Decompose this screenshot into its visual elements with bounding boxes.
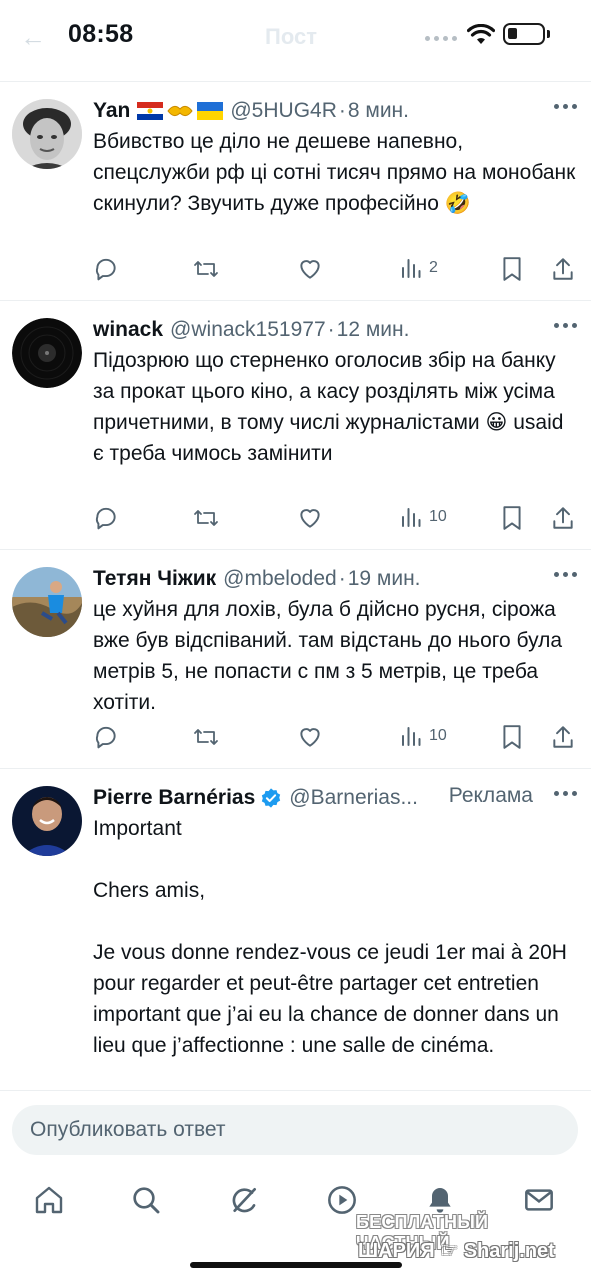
- tweet[interactable]: Тетян Чіжик @mbeloded · 19 мин. це хуйня…: [0, 549, 591, 768]
- heart-icon: [300, 509, 320, 528]
- repost-button[interactable]: [192, 256, 220, 282]
- author-handle[interactable]: @Barnerias...: [289, 786, 418, 810]
- reply-icon: [95, 507, 116, 530]
- reply-button[interactable]: [93, 724, 119, 750]
- tweet-text: Important Chers amis, Je vous donne rend…: [93, 817, 567, 1057]
- home-indicator: [190, 1262, 402, 1268]
- repost-button[interactable]: [192, 505, 220, 531]
- share-button[interactable]: [551, 256, 575, 282]
- more-icon[interactable]: [554, 323, 577, 328]
- avatar[interactable]: [12, 786, 82, 856]
- like-button[interactable]: [297, 256, 323, 282]
- tweet-header: Yan @5HUG4R · 8 мин.: [93, 96, 577, 126]
- reply-button[interactable]: [93, 505, 119, 531]
- status-bar: ← Пост 08:58: [0, 0, 591, 80]
- like-button[interactable]: [297, 724, 323, 750]
- bookmark-button[interactable]: [500, 724, 524, 750]
- battery-icon: [503, 23, 545, 45]
- author-handle[interactable]: @5HUG4R: [230, 99, 337, 123]
- tweet-time: 19 мин.: [347, 567, 421, 590]
- tweet-text: це хуйня для лохів, була б дійсно русня,…: [93, 598, 563, 714]
- reply-icon: [95, 258, 116, 281]
- author-name[interactable]: winack: [93, 318, 163, 342]
- tweet-text: Підозрюю що стерненко оголосив збір на б…: [93, 349, 564, 465]
- avatar[interactable]: [12, 318, 82, 388]
- reply-input[interactable]: Опубликовать ответ: [12, 1105, 578, 1155]
- bookmark-icon: [503, 506, 521, 530]
- more-icon[interactable]: [554, 104, 577, 109]
- tweet-actions: 10: [93, 505, 577, 535]
- author-name[interactable]: Pierre Barnérias: [93, 786, 255, 810]
- pointing-hand-icon: ☞: [440, 1240, 459, 1262]
- like-button[interactable]: [297, 505, 323, 531]
- avatar[interactable]: [12, 99, 82, 169]
- author-handle[interactable]: @mbeloded: [223, 567, 337, 591]
- repost-icon: [194, 261, 218, 277]
- tweet-header: winack @winack151977 · 12 мин.: [93, 315, 577, 345]
- views-button[interactable]: 2: [399, 256, 438, 280]
- tweet-actions: 10: [93, 724, 577, 754]
- views-icon: [402, 259, 421, 278]
- promoted-tweet[interactable]: Pierre Barnérias @Barnerias... Реклама I…: [0, 768, 591, 1090]
- repost-icon: [194, 510, 218, 526]
- home-icon[interactable]: [33, 1184, 65, 1221]
- views-count: 10: [429, 727, 447, 744]
- author-name[interactable]: Тетян Чіжик: [93, 567, 216, 591]
- share-button[interactable]: [551, 724, 575, 750]
- author-name[interactable]: Yan: [93, 99, 130, 123]
- signal-dots-icon: [425, 36, 457, 41]
- share-icon: [553, 258, 573, 280]
- tweet[interactable]: Yan @5HUG4R · 8 мин. Вбивство це діло не…: [0, 81, 591, 300]
- share-icon: [553, 507, 573, 529]
- views-icon: [402, 508, 421, 527]
- heart-icon: [300, 260, 320, 279]
- reply-icon: [95, 726, 116, 749]
- bookmark-button[interactable]: [500, 256, 524, 282]
- back-arrow-icon[interactable]: ←: [20, 22, 46, 53]
- tweet-text: Вбивство це діло не дешеве напевно, спец…: [93, 130, 576, 215]
- page-title: Пост: [265, 24, 317, 49]
- repost-icon: [194, 729, 218, 745]
- ad-label: Реклама: [448, 784, 533, 807]
- reply-bar: Опубликовать ответ: [0, 1090, 591, 1156]
- views-count: 2: [429, 259, 438, 276]
- tweet-header: Pierre Barnérias @Barnerias... Реклама: [93, 783, 577, 813]
- search-icon[interactable]: [130, 1184, 162, 1221]
- more-icon[interactable]: [554, 791, 577, 796]
- tweet-time: 12 мин.: [336, 318, 410, 341]
- status-time: 08:58: [68, 20, 134, 48]
- bookmark-icon: [503, 725, 521, 749]
- flags-icon: [137, 101, 224, 121]
- views-count: 10: [429, 508, 447, 525]
- verified-badge-icon: [262, 788, 281, 808]
- emoji: 😀: [485, 411, 508, 434]
- wifi-icon: [467, 24, 495, 44]
- views-button[interactable]: 10: [399, 724, 447, 748]
- share-button[interactable]: [551, 505, 575, 531]
- avatar[interactable]: [12, 567, 82, 637]
- emoji: 🤣: [444, 192, 471, 215]
- video-icon[interactable]: [326, 1184, 358, 1221]
- more-icon[interactable]: [554, 572, 577, 577]
- views-icon: [402, 727, 421, 746]
- tweet-header: Тетян Чіжик @mbeloded · 19 мин.: [93, 564, 577, 594]
- tweet[interactable]: winack @winack151977 · 12 мин. Підозрюю …: [0, 300, 591, 549]
- share-icon: [553, 726, 573, 748]
- author-handle[interactable]: @winack151977: [170, 318, 326, 342]
- tweet-time: 8 мин.: [347, 99, 409, 122]
- reply-button[interactable]: [93, 256, 119, 282]
- bookmark-button[interactable]: [500, 505, 524, 531]
- bookmark-icon: [503, 257, 521, 281]
- tweet-actions: 2: [93, 256, 577, 286]
- views-button[interactable]: 10: [399, 505, 447, 529]
- heart-icon: [300, 728, 320, 747]
- grok-icon[interactable]: [228, 1184, 260, 1221]
- repost-button[interactable]: [192, 724, 220, 750]
